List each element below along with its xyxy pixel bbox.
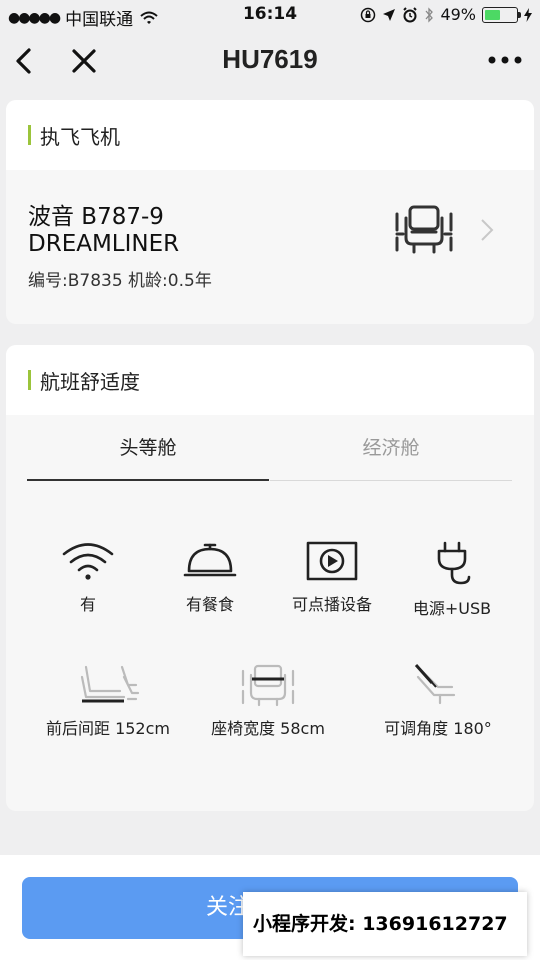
wifi-icon (62, 543, 114, 580)
amenity-entertainment-label: 可点播设备 (291, 595, 372, 614)
close-icon (72, 49, 96, 73)
amenity-power-label: 电源+USB (412, 599, 492, 618)
aircraft-details-row[interactable]: 波音 B787-9 DREAMLINER 编号:B7835 机龄:0.5年 (6, 170, 534, 324)
more-button[interactable] (486, 46, 524, 74)
status-right: 49% (360, 5, 532, 24)
amenity-meal-label: 有餐食 (185, 595, 234, 614)
seat-recline-label: 可调角度 180° (384, 719, 492, 738)
amenity-meal: 有餐食 (145, 541, 275, 615)
comfort-card-header: 航班舒适度 (6, 345, 534, 415)
battery-icon (482, 6, 521, 23)
rotation-lock-icon (361, 7, 376, 22)
meal-cloche-icon (183, 543, 237, 577)
cabin-tabs: 头等舱 经济舱 (6, 415, 534, 481)
chevron-left-icon (16, 48, 31, 74)
aircraft-model-line2: DREAMLINER (28, 231, 180, 257)
close-button[interactable] (68, 42, 100, 78)
aircraft-card-header: 执飞飞机 (6, 100, 534, 170)
seat-width-label: 座椅宽度 58cm (211, 719, 325, 738)
battery-level-fill (485, 9, 500, 20)
location-icon (383, 8, 396, 21)
alarm-icon (403, 6, 418, 22)
amenity-entertainment: 可点播设备 (267, 541, 397, 615)
seat-pitch: 前后间距 152cm (36, 663, 180, 739)
section-accent-bar (28, 125, 31, 145)
tab-first-class[interactable]: 头等舱 (27, 415, 269, 481)
navigation-bar: HU7619 (0, 30, 540, 90)
aircraft-model-line1: 波音 B787-9 (28, 204, 164, 230)
battery-percent: 49% (440, 5, 476, 24)
amenity-power: 电源+USB (387, 541, 517, 619)
video-play-icon (306, 541, 358, 581)
power-plug-icon (437, 541, 471, 585)
aircraft-section-title: 执飞飞机 (40, 125, 120, 149)
amenity-wifi: 有 (23, 541, 153, 615)
comfort-card: 航班舒适度 头等舱 经济舱 有 有餐食 可点播设备 电源+USB 前后间距 15… (6, 345, 534, 811)
back-button[interactable] (10, 42, 40, 78)
amenity-wifi-label: 有 (79, 595, 96, 614)
seat-width: 座椅宽度 58cm (204, 663, 332, 739)
more-icon (488, 56, 522, 64)
section-accent-bar (28, 370, 31, 390)
comfort-section-title: 航班舒适度 (40, 370, 140, 394)
seat-width-icon (241, 664, 295, 707)
tab-economy-class[interactable]: 经济舱 (270, 415, 512, 481)
bluetooth-icon (425, 6, 434, 23)
status-bar: ●●●●● 中国联通 16:14 49% (0, 0, 540, 30)
aircraft-model: 波音 B787-9 DREAMLINER (28, 204, 368, 258)
chevron-right-icon (481, 219, 494, 241)
aircraft-seat-icon (395, 205, 453, 254)
seat-recline: 可调角度 180° (370, 663, 506, 739)
seat-recline-icon (414, 664, 456, 705)
promo-watermark: 小程序开发: 13691612727 (243, 892, 527, 956)
charging-icon (524, 7, 532, 22)
seat-pitch-label: 前后间距 152cm (45, 719, 170, 738)
aircraft-card: 执飞飞机 波音 B787-9 DREAMLINER 编号:B7835 机龄:0.… (6, 100, 534, 324)
aircraft-registration: 编号:B7835 机龄:0.5年 (28, 271, 212, 291)
seat-pitch-icon (80, 665, 140, 703)
